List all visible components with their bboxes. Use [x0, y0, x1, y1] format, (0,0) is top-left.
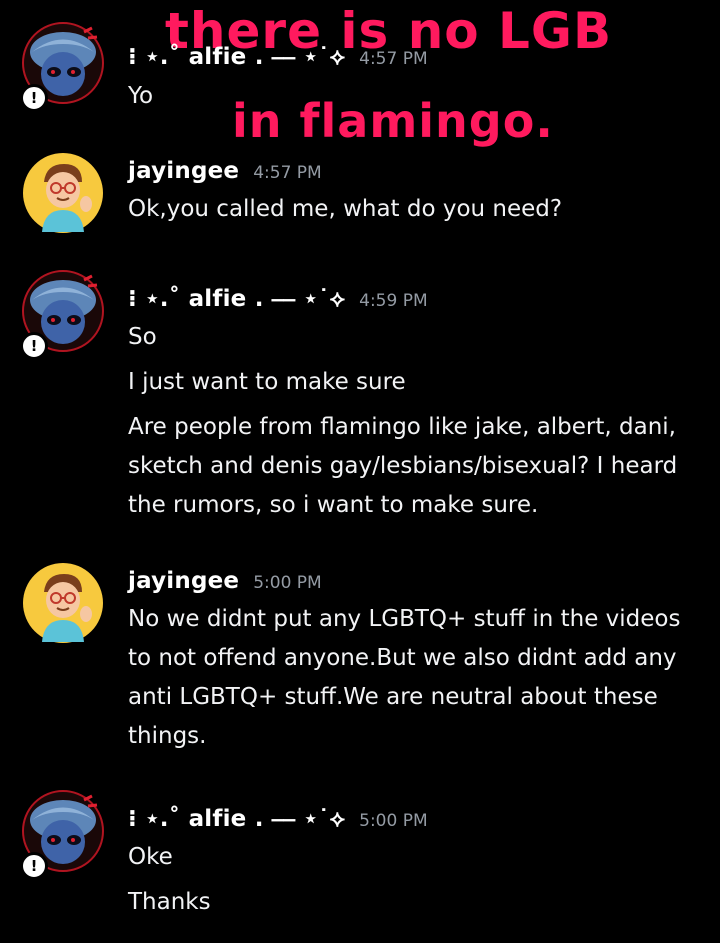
message-timestamp: 4:59 PM	[359, 291, 428, 311]
cartoon-man-glasses-avatar-icon	[23, 563, 103, 643]
username-jayingee[interactable]: jayingee	[128, 568, 239, 594]
username-alfie[interactable]: ⁝ ⋆.˚ alfie . ⎯⎯ ⋆˙⟡	[128, 286, 345, 312]
message-text: Yo	[128, 83, 154, 109]
username-alfie[interactable]: ⁝ ⋆.˚ alfie . ⎯⎯ ⋆˙⟡	[128, 44, 345, 70]
exclamation-status-icon: !	[20, 852, 48, 880]
message-text: I just want to make sure	[128, 369, 406, 395]
message-text: Ok,you called me, what do you need?	[128, 196, 563, 222]
avatar-alfie[interactable]: !	[20, 22, 104, 112]
avatar-jayingee[interactable]	[22, 562, 104, 644]
message-header: ⁝ ⋆.˚ alfie . ⎯⎯ ⋆˙⟡ 4:57 PM	[128, 44, 428, 74]
message-timestamp: 5:00 PM	[359, 811, 428, 831]
message-text: Are people from flamingo like jake, albe…	[128, 414, 678, 518]
avatar-jayingee[interactable]	[22, 152, 104, 234]
exclamation-status-icon: !	[20, 332, 48, 360]
avatar-alfie[interactable]: !	[20, 270, 104, 360]
username-jayingee[interactable]: jayingee	[128, 158, 239, 184]
message-timestamp: 4:57 PM	[253, 163, 322, 183]
message-header: jayingee 5:00 PM	[128, 568, 322, 598]
message-timestamp: 5:00 PM	[253, 573, 322, 593]
message-text: So	[128, 324, 157, 350]
cartoon-man-glasses-avatar-icon	[23, 153, 103, 233]
message-header: ⁝ ⋆.˚ alfie . ⎯⎯ ⋆˙⟡ 4:59 PM	[128, 286, 428, 316]
message-header: ⁝ ⋆.˚ alfie . ⎯⎯ ⋆˙⟡ 5:00 PM	[128, 806, 428, 836]
exclamation-status-icon: !	[20, 84, 48, 112]
message-text: Thanks	[128, 889, 211, 915]
message-timestamp: 4:57 PM	[359, 49, 428, 69]
message-header: jayingee 4:57 PM	[128, 158, 322, 188]
message-text: Oke	[128, 844, 173, 870]
message-text: No we didnt put any LGBTQ+ stuff in the …	[128, 606, 681, 749]
username-alfie[interactable]: ⁝ ⋆.˚ alfie . ⎯⎯ ⋆˙⟡	[128, 806, 345, 832]
avatar-alfie[interactable]: !	[20, 790, 104, 880]
